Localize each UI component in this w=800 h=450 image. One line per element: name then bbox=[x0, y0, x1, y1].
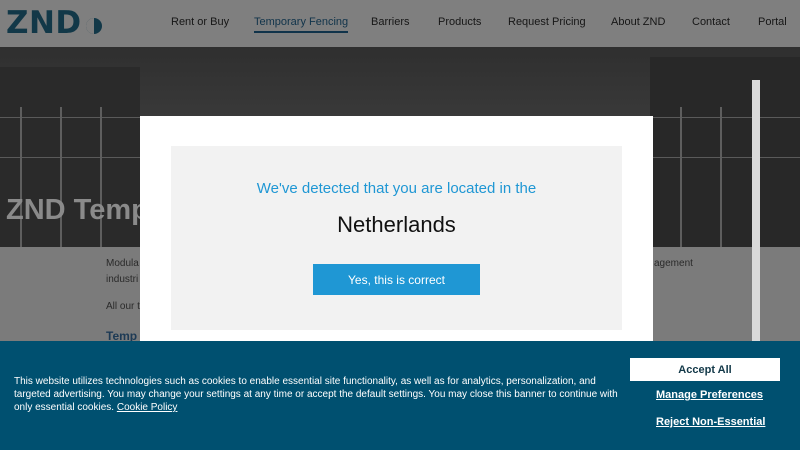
site-header: ZND Rent or Buy Temporary Fencing Barrie… bbox=[0, 0, 800, 47]
cookie-notice: This website utilizes technologies such … bbox=[14, 375, 620, 414]
cookie-banner: This website utilizes technologies such … bbox=[0, 341, 800, 450]
nav-about-znd[interactable]: About ZND bbox=[611, 16, 665, 28]
nav-portal[interactable]: Portal bbox=[758, 16, 787, 28]
cookie-notice-text: This website utilizes technologies such … bbox=[14, 376, 618, 413]
accept-all-button[interactable]: Accept All bbox=[630, 358, 780, 381]
detected-country: Netherlands bbox=[337, 212, 456, 237]
confirm-location-button[interactable]: Yes, this is correct bbox=[313, 264, 480, 295]
intro-text-start: Modula bbox=[106, 258, 139, 269]
reject-non-essential-button[interactable]: Reject Non-Essential bbox=[656, 416, 765, 428]
location-modal-body: We've detected that you are located in t… bbox=[171, 146, 622, 330]
intro-text-para2: All our t bbox=[106, 301, 140, 312]
intro-text-line2: industri bbox=[106, 274, 139, 285]
nav-rent-or-buy[interactable]: Rent or Buy bbox=[171, 16, 229, 28]
fence-post bbox=[720, 107, 722, 247]
page-scrollbar[interactable] bbox=[752, 80, 760, 342]
manage-preferences-button[interactable]: Manage Preferences bbox=[656, 389, 763, 401]
cookie-policy-link[interactable]: Cookie Policy bbox=[117, 402, 178, 413]
hero-building-right bbox=[650, 57, 800, 247]
hero-title: ZND Temp bbox=[6, 194, 149, 226]
nav-products[interactable]: Products bbox=[438, 16, 481, 28]
location-modal: We've detected that you are located in t… bbox=[140, 116, 653, 342]
nav-temporary-fencing[interactable]: Temporary Fencing bbox=[254, 16, 349, 33]
nav-request-pricing[interactable]: Request Pricing bbox=[508, 16, 586, 28]
main-nav: Rent or Buy Temporary Fencing Barriers P… bbox=[0, 16, 800, 36]
location-detected-text: We've detected that you are located in t… bbox=[256, 180, 537, 197]
fence-post bbox=[680, 107, 682, 247]
nav-barriers[interactable]: Barriers bbox=[371, 16, 410, 28]
intro-text-end: agement bbox=[654, 258, 693, 269]
nav-contact[interactable]: Contact bbox=[692, 16, 730, 28]
